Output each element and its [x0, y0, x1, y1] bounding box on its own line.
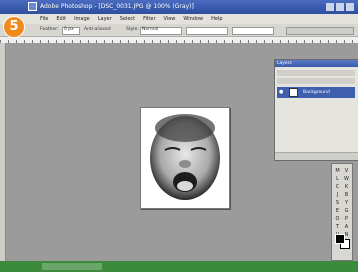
healing-tool-icon[interactable]: J [333, 191, 342, 199]
pen-tool-icon[interactable]: P [342, 215, 351, 223]
menu-layer[interactable]: Layer [98, 14, 112, 24]
style-value: Normal [142, 27, 159, 32]
dodge-tool-icon[interactable]: O [333, 215, 342, 223]
antialias-checkbox-label[interactable]: Anti-aliased [84, 24, 111, 36]
layer-thumbnail [289, 88, 298, 97]
menu-filter[interactable]: Filter [143, 14, 155, 24]
menu-bar: File Edit Image Layer Select Filter View… [0, 14, 358, 24]
brush-tool-icon[interactable]: B [342, 191, 351, 199]
eye-icon[interactable]: ● [279, 90, 283, 95]
layers-panel: Layers ● Background [274, 59, 358, 161]
baby-photo [150, 114, 220, 200]
layers-tab[interactable]: Layers [277, 61, 292, 66]
stamp-tool-icon[interactable]: S [333, 199, 342, 207]
menu-edit[interactable]: Edit [56, 14, 66, 24]
lasso-tool-icon[interactable]: L [333, 175, 342, 183]
toolbox: M V L W C K J B S Y E G O P T A U N H Z [331, 163, 353, 261]
document-canvas[interactable] [140, 107, 230, 209]
menu-file[interactable]: File [40, 14, 48, 24]
height-field[interactable] [232, 27, 274, 35]
window-title: Adobe Photoshop - [DSC_0031.JPG @ 100% (… [40, 3, 194, 10]
taskbar-item[interactable] [42, 263, 102, 270]
blend-mode-row[interactable] [277, 70, 355, 76]
layer-row[interactable]: ● Background [277, 87, 355, 98]
palette-well[interactable] [286, 27, 354, 35]
menu-help[interactable]: Help [211, 14, 222, 24]
layer-name: Background [303, 90, 330, 95]
close-button[interactable] [346, 3, 354, 11]
minimize-button[interactable] [326, 3, 334, 11]
crop-tool-icon[interactable]: C [333, 183, 342, 191]
path-select-tool-icon[interactable]: A [342, 223, 351, 231]
lock-row[interactable] [277, 78, 355, 84]
step-number-badge: 5 [4, 17, 24, 37]
eraser-tool-icon[interactable]: E [333, 207, 342, 215]
style-label: Style: [126, 27, 139, 32]
foreground-color-swatch[interactable] [335, 234, 345, 244]
title-bar: Adobe Photoshop - [DSC_0031.JPG @ 100% (… [0, 0, 358, 14]
taskbar [0, 261, 358, 272]
window-controls [326, 3, 354, 11]
menu-window[interactable]: Window [183, 14, 203, 24]
maximize-button[interactable] [336, 3, 344, 11]
options-bar: Feather: 0 px Anti-aliased Style: Normal [0, 24, 358, 37]
move-tool-icon[interactable]: V [342, 167, 351, 175]
width-field[interactable] [186, 27, 228, 35]
layers-panel-footer [275, 152, 358, 160]
feather-value: 0 px [64, 27, 74, 32]
magic-wand-tool-icon[interactable]: W [342, 175, 351, 183]
gradient-tool-icon[interactable]: G [342, 207, 351, 215]
menu-view[interactable]: View [164, 14, 176, 24]
menu-select[interactable]: Select [120, 14, 135, 24]
left-dock [0, 43, 6, 261]
history-brush-tool-icon[interactable]: Y [342, 199, 351, 207]
slice-tool-icon[interactable]: K [342, 183, 351, 191]
photoshop-window: Adobe Photoshop - [DSC_0031.JPG @ 100% (… [0, 0, 358, 272]
type-tool-icon[interactable]: T [333, 223, 342, 231]
menu-image[interactable]: Image [74, 14, 90, 24]
marquee-tool-icon[interactable]: M [333, 167, 342, 175]
feather-label: Feather: [40, 27, 59, 32]
photoshop-app-icon [28, 2, 37, 11]
